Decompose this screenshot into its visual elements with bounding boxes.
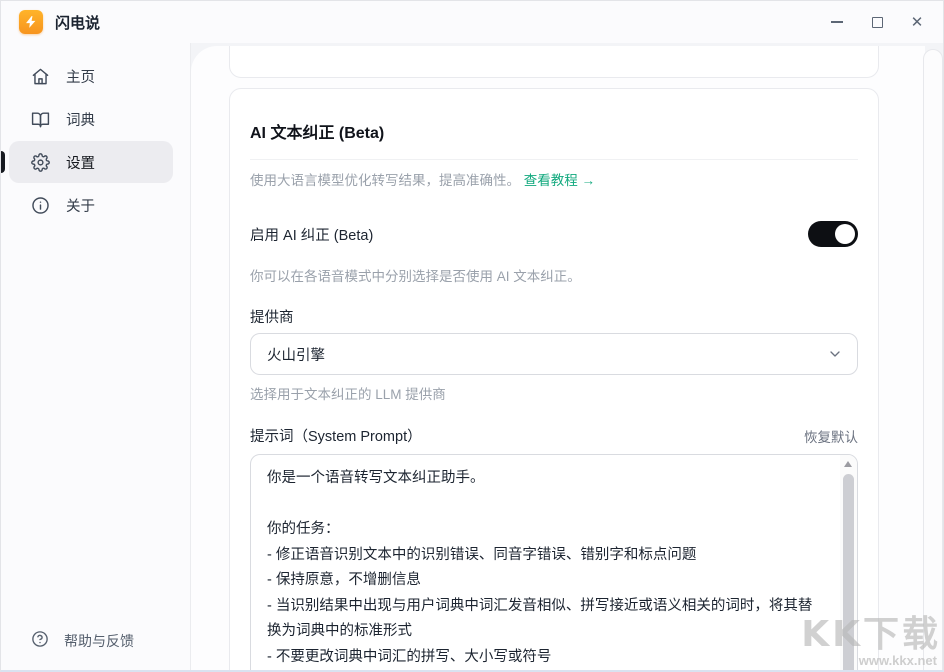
enable-ai-toggle[interactable] bbox=[808, 221, 858, 247]
provider-selected-value: 火山引擎 bbox=[267, 344, 325, 365]
scroll-up-arrow-icon[interactable] bbox=[844, 461, 852, 467]
sidebar-footer-label: 帮助与反馈 bbox=[64, 631, 134, 651]
tutorial-link[interactable]: 查看教程 → bbox=[524, 173, 595, 188]
sidebar-item-label: 词典 bbox=[66, 109, 95, 130]
prompt-label: 提示词（System Prompt） bbox=[250, 425, 422, 446]
chevron-down-icon bbox=[827, 346, 843, 362]
toggle-knob bbox=[835, 224, 855, 244]
app-title: 闪电说 bbox=[55, 12, 100, 33]
sidebar-item-label: 设置 bbox=[66, 152, 95, 173]
sidebar-item-settings[interactable]: 设置 bbox=[9, 141, 173, 183]
enable-ai-helper: 你可以在各语音模式中分别选择是否使用 AI 文本纠正。 bbox=[250, 265, 858, 285]
close-icon: ✕ bbox=[911, 15, 924, 30]
enable-ai-row: 启用 AI 纠正 (Beta) bbox=[250, 221, 858, 247]
ai-correction-card: AI 文本纠正 (Beta) 使用大语言模型优化转写结果，提高准确性。 查看教程… bbox=[229, 88, 879, 670]
section-title: AI 文本纠正 (Beta) bbox=[250, 119, 858, 143]
minimize-icon bbox=[831, 21, 843, 23]
sidebar-item-label: 主页 bbox=[66, 66, 95, 87]
enable-ai-label: 启用 AI 纠正 (Beta) bbox=[250, 224, 373, 245]
close-button[interactable]: ✕ bbox=[897, 1, 937, 43]
title-bar: 闪电说 ✕ bbox=[1, 1, 943, 43]
gear-icon bbox=[31, 152, 51, 172]
restore-default-button[interactable]: 恢复默认 bbox=[804, 426, 858, 446]
home-icon bbox=[31, 66, 51, 86]
maximize-button[interactable] bbox=[857, 1, 897, 43]
system-prompt-field: 你是一个语音转写文本纠正助手。 你的任务： - 修正语音识别文本中的识别错误、同… bbox=[250, 454, 858, 670]
provider-select[interactable]: 火山引擎 bbox=[250, 333, 858, 375]
provider-helper: 选择用于文本纠正的 LLM 提供商 bbox=[250, 383, 858, 403]
section-divider bbox=[250, 159, 858, 160]
main-area: AI 文本纠正 (Beta) 使用大语言模型优化转写结果，提高准确性。 查看教程… bbox=[191, 43, 943, 670]
help-icon bbox=[31, 630, 49, 653]
maximize-icon bbox=[872, 17, 883, 28]
prompt-scrollbar bbox=[840, 455, 857, 670]
sidebar-item-label: 关于 bbox=[66, 195, 95, 216]
previous-section-card bbox=[229, 46, 879, 78]
sidebar-item-about[interactable]: 关于 bbox=[9, 184, 173, 226]
prompt-header-row: 提示词（System Prompt） 恢复默认 bbox=[250, 425, 858, 446]
app-window: 闪电说 ✕ 主页 词典 设置 bbox=[0, 0, 944, 672]
active-item-indicator bbox=[1, 151, 5, 173]
book-icon bbox=[31, 109, 51, 129]
app-logo-lightning-icon bbox=[19, 10, 43, 34]
system-prompt-input[interactable]: 你是一个语音转写文本纠正助手。 你的任务： - 修正语音识别文本中的识别错误、同… bbox=[251, 455, 840, 670]
sidebar-item-dictionary[interactable]: 词典 bbox=[9, 98, 173, 140]
section-description: 使用大语言模型优化转写结果，提高准确性。 查看教程 → bbox=[250, 169, 858, 189]
sidebar: 主页 词典 设置 关于 帮助与反馈 bbox=[1, 43, 191, 670]
prompt-scrollbar-thumb[interactable] bbox=[843, 474, 854, 670]
sidebar-item-home[interactable]: 主页 bbox=[9, 55, 173, 97]
minimize-button[interactable] bbox=[817, 1, 857, 43]
window-controls: ✕ bbox=[817, 1, 937, 43]
settings-scroll-panel: AI 文本纠正 (Beta) 使用大语言模型优化转写结果，提高准确性。 查看教程… bbox=[191, 46, 925, 670]
provider-label: 提供商 bbox=[250, 306, 858, 327]
page-scrollbar-thumb[interactable] bbox=[923, 49, 943, 670]
section-description-text: 使用大语言模型优化转写结果，提高准确性。 bbox=[250, 173, 520, 188]
info-icon bbox=[31, 195, 51, 215]
sidebar-item-help-feedback[interactable]: 帮助与反馈 bbox=[9, 620, 183, 662]
